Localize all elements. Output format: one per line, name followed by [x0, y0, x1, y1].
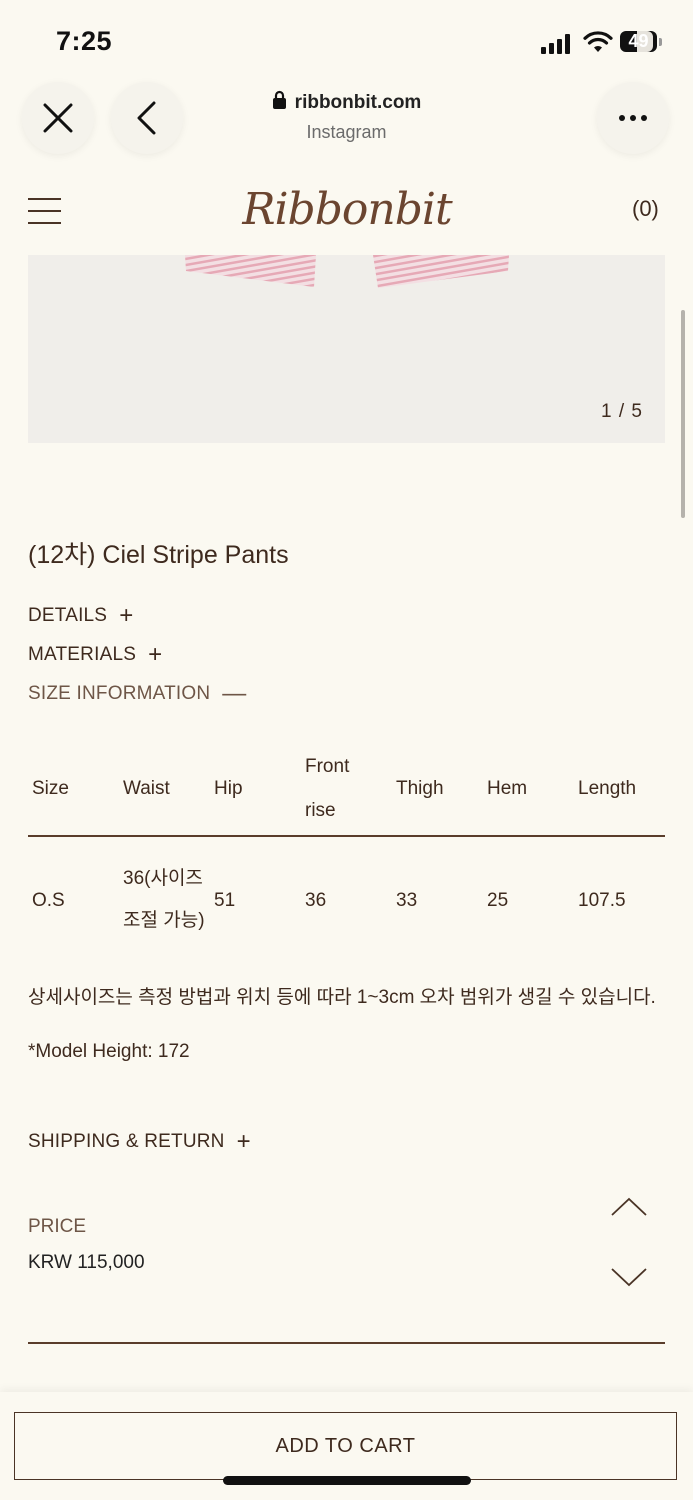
table-cell-thigh: 33: [396, 890, 418, 911]
table-cell-waist: 36(사이즈: [123, 868, 203, 889]
shipping-return-label: SHIPPING & RETURN: [28, 1131, 225, 1152]
table-header-waist: Waist: [123, 778, 170, 799]
more-horizontal-icon: [619, 115, 647, 121]
battery-level: 49: [628, 31, 649, 51]
price-value: KRW 115,000: [28, 1252, 145, 1273]
table-header-thigh: Thigh: [396, 778, 444, 799]
table-cell-size: O.S: [32, 890, 65, 911]
cart-count[interactable]: (0): [632, 196, 659, 222]
slide-counter: 1 / 5: [601, 401, 643, 422]
chevron-up-icon: [611, 1197, 647, 1216]
plus-icon: +: [148, 641, 163, 668]
address-bar[interactable]: ribbonbit.com Instagram: [200, 90, 493, 143]
table-header-front: Front: [305, 756, 350, 777]
table-cell-front-rise: 36: [305, 890, 327, 911]
table-header-size: Size: [32, 778, 69, 799]
product-photo: [185, 255, 509, 288]
materials-label: MATERIALS: [28, 644, 137, 665]
scrollbar[interactable]: [681, 310, 685, 518]
close-button[interactable]: [22, 82, 94, 154]
close-icon: [43, 103, 73, 133]
status-time: 7:25: [56, 26, 113, 56]
url-source: Instagram: [306, 122, 387, 142]
table-cell-hip: 51: [214, 890, 236, 911]
plus-icon: +: [119, 602, 134, 629]
materials-toggle[interactable]: MATERIALS +: [28, 643, 162, 667]
table-header-hip: Hip: [214, 778, 243, 799]
home-indicator[interactable]: [223, 1476, 471, 1485]
cellular-signal-icon: [541, 32, 573, 54]
wifi-icon: [583, 30, 613, 54]
size-information-toggle[interactable]: SIZE INFORMATION —: [28, 682, 247, 706]
scroll-up-button[interactable]: [610, 1196, 648, 1223]
hamburger-menu-icon[interactable]: [28, 196, 62, 226]
table-divider: [28, 835, 665, 837]
scroll-down-button[interactable]: [610, 1266, 648, 1293]
battery-icon: 49: [620, 31, 664, 53]
product-image-gallery[interactable]: 1 / 5: [28, 255, 665, 443]
shipping-return-toggle[interactable]: SHIPPING & RETURN +: [28, 1130, 251, 1154]
table-cell-length: 107.5: [578, 890, 626, 911]
size-information-label: SIZE INFORMATION: [28, 683, 211, 704]
table-header-rise: rise: [305, 800, 336, 821]
minus-icon: —: [222, 680, 247, 707]
more-options-button[interactable]: [597, 82, 669, 154]
lock-icon: [272, 90, 286, 109]
add-to-cart-button[interactable]: ADD TO CART: [14, 1412, 677, 1480]
details-label: DETAILS: [28, 605, 108, 626]
table-header-length: Length: [578, 778, 637, 799]
product-title: (12차) Ciel Stripe Pants: [28, 541, 289, 569]
price-divider: [28, 1342, 665, 1344]
chevron-left-icon: [137, 101, 156, 135]
model-height: *Model Height: 172: [28, 1041, 190, 1062]
back-button[interactable]: [111, 82, 183, 154]
plus-icon: +: [236, 1128, 251, 1155]
table-cell-hem: 25: [487, 890, 509, 911]
details-toggle[interactable]: DETAILS +: [28, 604, 133, 628]
url-domain: ribbonbit.com: [294, 92, 422, 113]
table-cell-waist-note: 조절 가능): [123, 910, 205, 931]
price-label: PRICE: [28, 1216, 87, 1237]
site-logo[interactable]: Ribbonbit: [236, 172, 458, 248]
table-header-hem: Hem: [487, 778, 528, 799]
chevron-down-icon: [611, 1268, 647, 1287]
size-note: 상세사이즈는 측정 방법과 위치 등에 따라 1~3cm 오차 범위가 생길 수…: [28, 987, 656, 1008]
